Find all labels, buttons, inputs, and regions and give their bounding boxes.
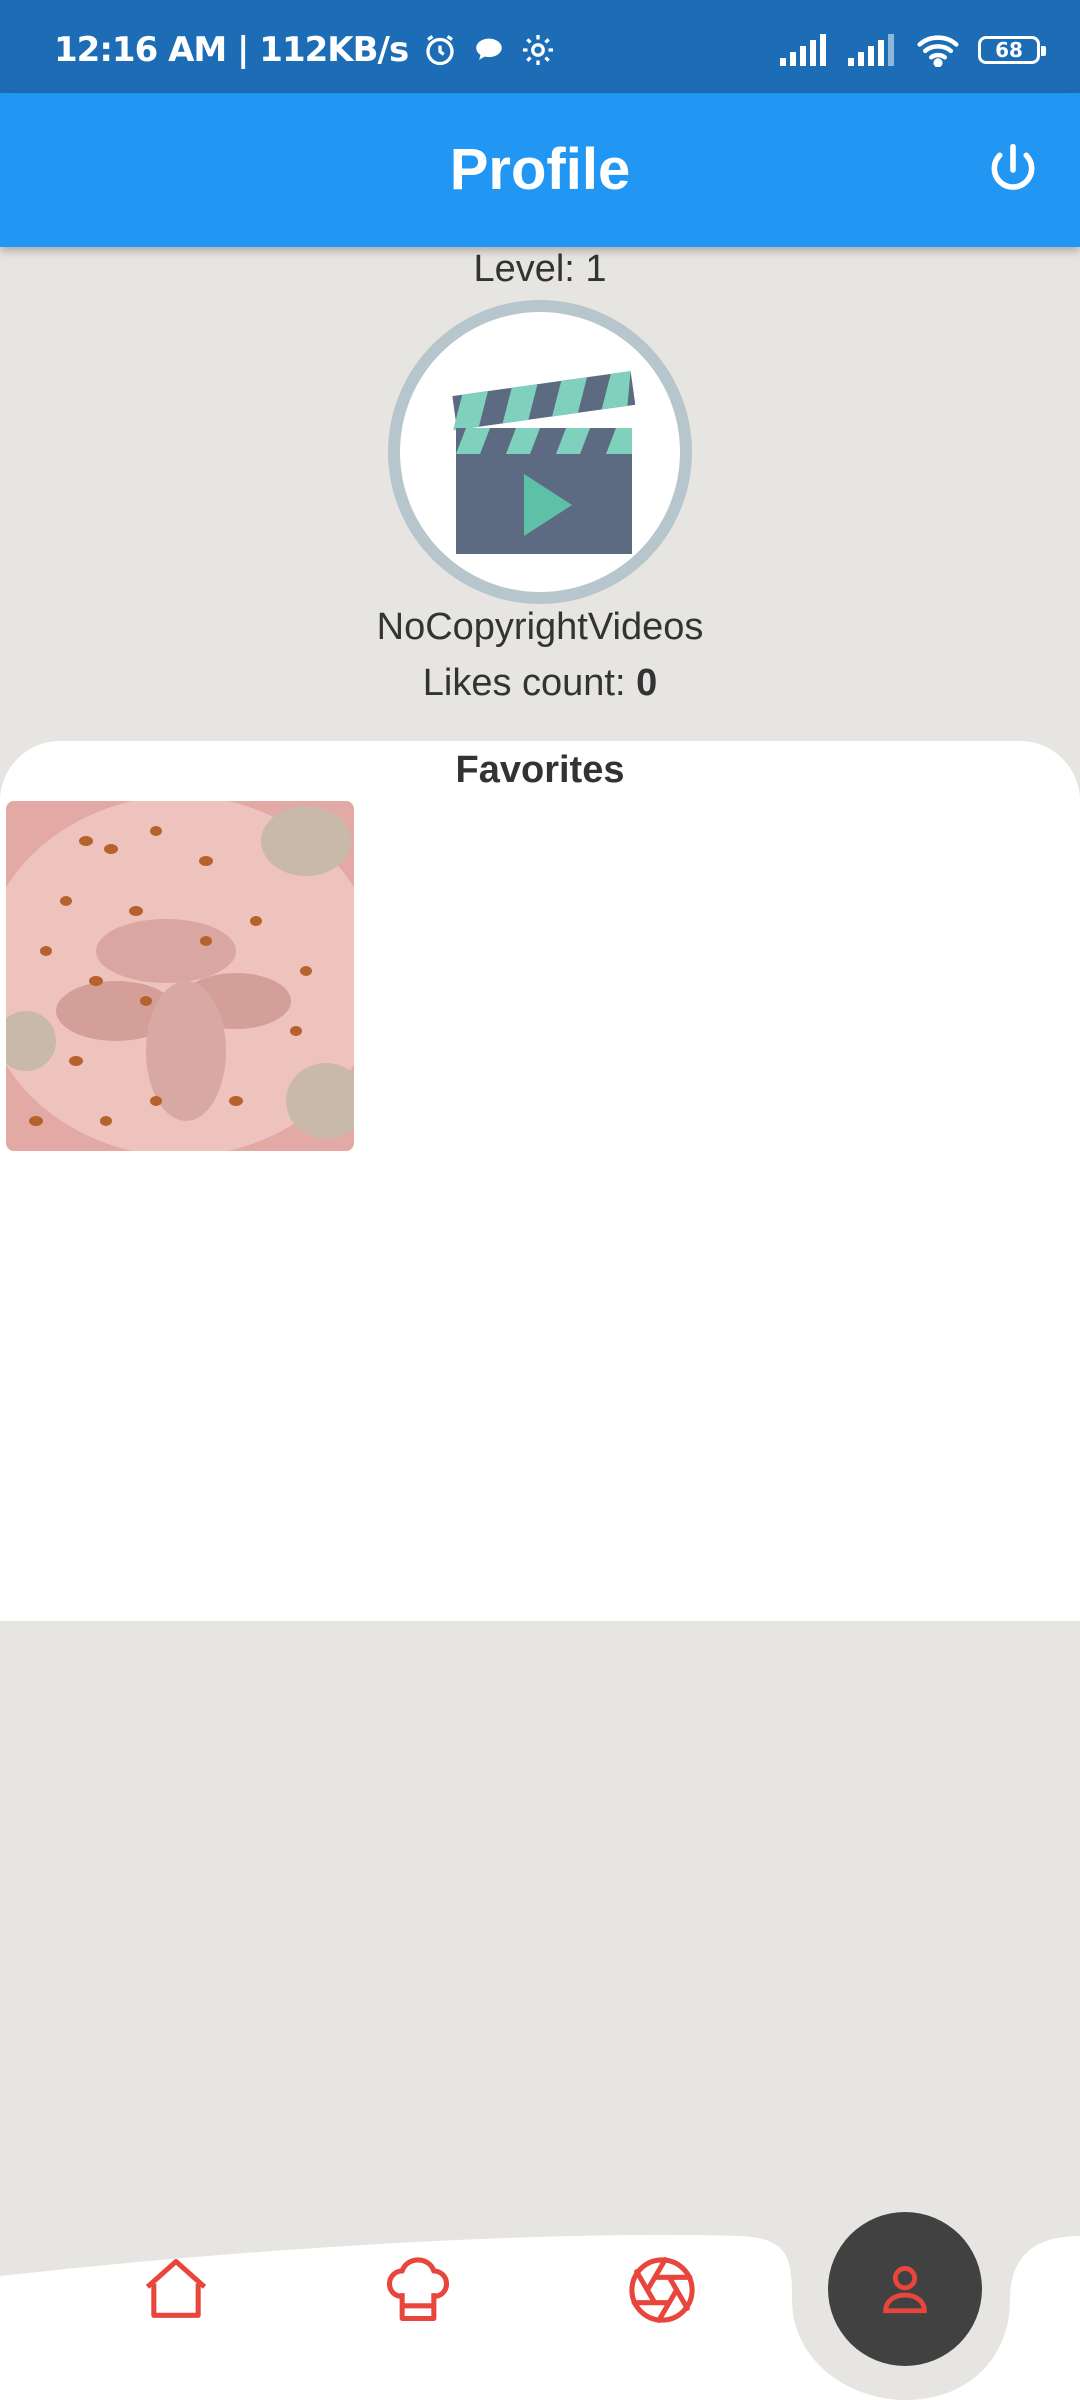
user-icon	[883, 2266, 927, 2314]
clapperboard-icon	[452, 371, 636, 554]
avatar-image	[400, 312, 680, 592]
page-title: Profile	[449, 137, 631, 202]
likes-label: Likes count:	[422, 662, 637, 704]
favorites-title: Favorites	[455, 749, 625, 791]
status-bar: 12:16 AM | 112KB/s 68	[0, 0, 1080, 93]
nav-recipes[interactable]	[373, 2245, 463, 2335]
user-level: Level: 1	[473, 248, 607, 290]
chat-bubble-icon	[472, 33, 506, 67]
nav-profile[interactable]	[828, 2212, 982, 2366]
signal-icon	[780, 34, 830, 66]
power-button[interactable]	[984, 141, 1042, 199]
status-right: 68	[780, 30, 1046, 70]
likes-count: Likes count: 0	[0, 662, 1080, 705]
settings-icon	[520, 32, 556, 68]
aperture-icon	[629, 2257, 695, 2323]
status-time-speed: 12:16 AM | 112KB/s	[54, 30, 409, 70]
favorite-item-thumbnail[interactable]	[6, 801, 354, 1151]
avatar	[388, 300, 692, 604]
wifi-icon	[916, 33, 960, 67]
nav-explore[interactable]	[617, 2245, 707, 2335]
likes-value: 0	[636, 662, 658, 704]
status-left: 12:16 AM | 112KB/s	[54, 30, 556, 70]
app-bar: Profile	[0, 93, 1080, 247]
battery-level: 68	[995, 38, 1023, 62]
nav-home[interactable]	[131, 2245, 221, 2335]
username: NoCopyrightVideos	[376, 606, 704, 648]
chef-hat-icon	[386, 2257, 450, 2322]
alarm-icon	[422, 32, 458, 68]
battery-icon: 68	[978, 36, 1046, 64]
signal-icon	[848, 34, 898, 66]
favorites-panel: Favorites	[0, 741, 1080, 1621]
power-icon	[991, 143, 1035, 190]
home-icon	[145, 2258, 207, 2318]
